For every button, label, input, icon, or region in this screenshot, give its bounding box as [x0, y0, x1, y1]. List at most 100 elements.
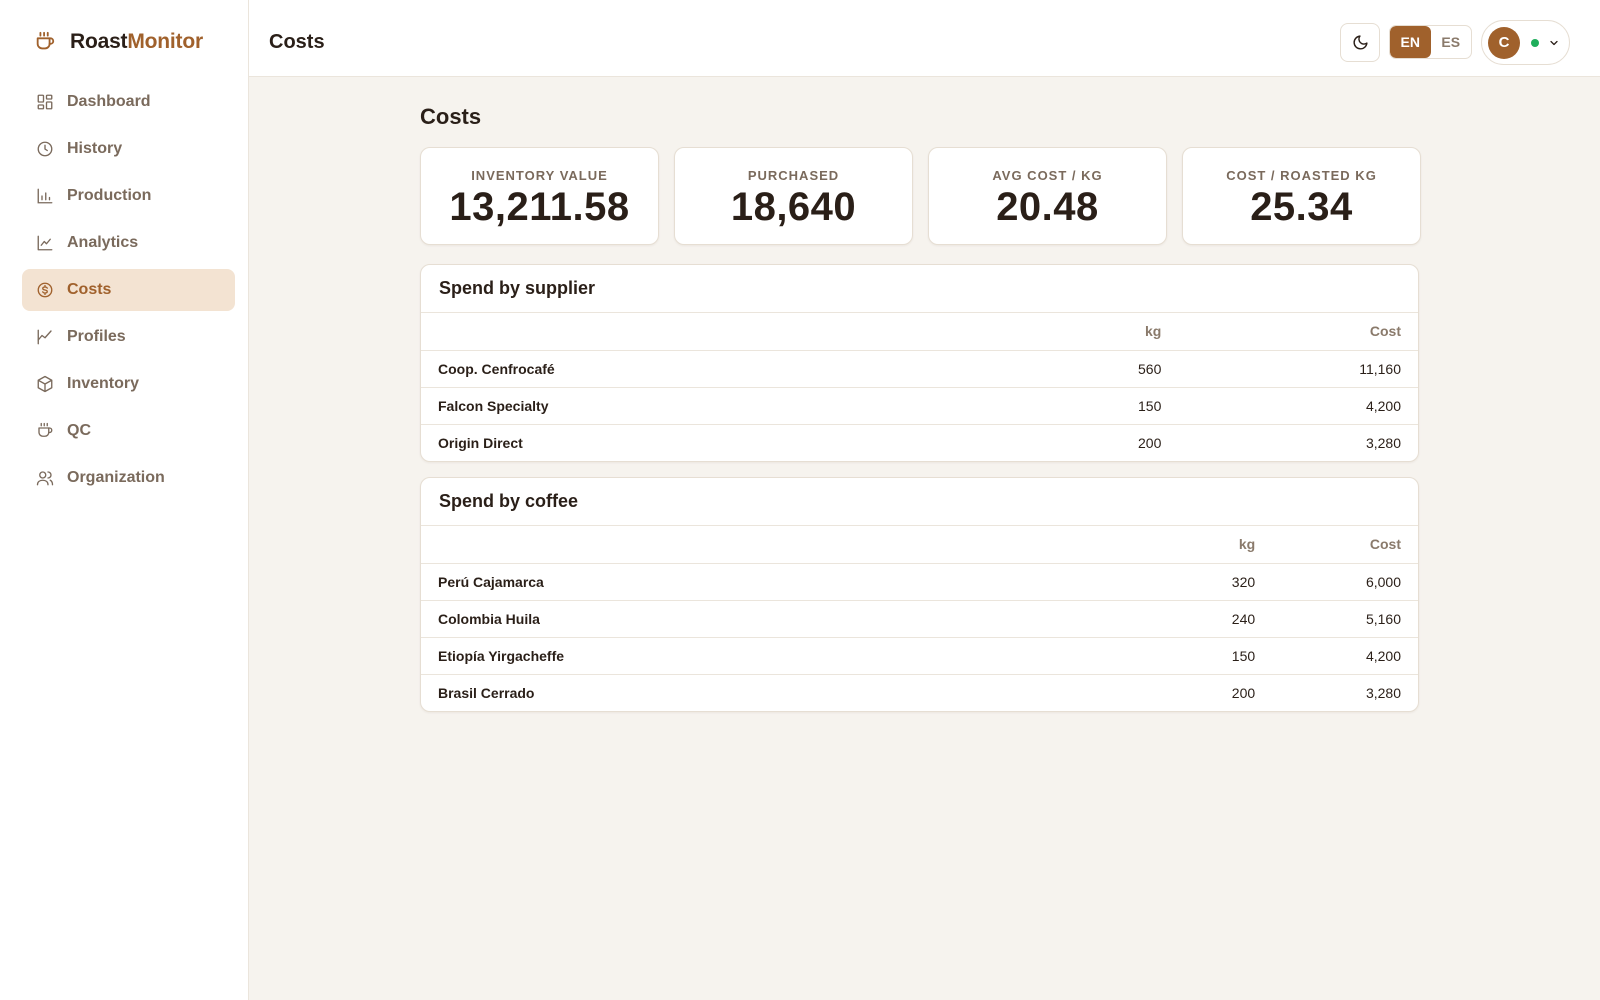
spend-by-coffee-panel: Spend by coffee kg Cost Perú Cajamarca 3… — [420, 477, 1419, 712]
sidebar-item-dashboard[interactable]: Dashboard — [22, 81, 235, 123]
table-row: Origin Direct 200 3,280 — [421, 423, 1418, 461]
coffee-kg: 320 — [1151, 562, 1273, 600]
coffee-cost: 5,160 — [1272, 599, 1418, 637]
table-row: Brasil Cerrado 200 3,280 — [421, 673, 1418, 711]
lang-option-es[interactable]: ES — [1431, 26, 1472, 58]
coffee-cost: 6,000 — [1272, 562, 1418, 600]
sidebar-item-label: Costs — [67, 281, 112, 298]
sidebar-item-label: Dashboard — [67, 93, 151, 110]
dashboard-grid-icon — [36, 93, 54, 111]
column-header-cost: Cost — [1369, 323, 1401, 340]
table-row: Etiopía Yirgacheffe 150 4,200 — [421, 636, 1418, 674]
trend-line-icon — [36, 328, 54, 346]
coffee-name: Colombia Huila — [421, 599, 1151, 637]
stat-card-inventory-value: INVENTORY VALUE 13,211.58 — [420, 147, 659, 245]
stat-label: INVENTORY VALUE — [471, 168, 608, 183]
spend-by-supplier-panel: Spend by supplier kg Cost Coop. Cenfroca… — [420, 264, 1419, 462]
sidebar-item-organization[interactable]: Organization — [22, 457, 235, 499]
sidebar-item-label: Production — [67, 187, 152, 204]
sidebar-item-label: History — [67, 140, 123, 157]
bar-chart-icon — [36, 187, 54, 205]
supplier-kg: 200 — [1121, 423, 1179, 461]
column-header-kg: kg — [1145, 323, 1162, 340]
coffee-cup-logo-icon — [36, 31, 55, 50]
table-row: Colombia Huila 240 5,160 — [421, 599, 1418, 637]
supplier-cost: 4,200 — [1178, 386, 1418, 424]
supplier-name: Origin Direct — [421, 423, 1121, 461]
chevron-down-icon — [1548, 37, 1560, 49]
stat-label: AVG COST / KG — [992, 168, 1103, 183]
coffee-kg: 200 — [1151, 673, 1273, 711]
stat-value: 25.34 — [1250, 185, 1353, 229]
online-status-dot — [1531, 38, 1539, 47]
sidebar-item-label: Inventory — [67, 375, 140, 392]
panel-title: Spend by coffee — [421, 478, 1418, 526]
brand-logo[interactable]: RoastMonitor — [34, 30, 203, 54]
table-row: Coop. Cenfrocafé 560 11,160 — [421, 349, 1418, 387]
language-switcher: EN ES — [1389, 25, 1472, 59]
supplier-kg: 150 — [1121, 386, 1179, 424]
supplier-name: Falcon Specialty — [421, 386, 1121, 424]
sidebar-item-inventory[interactable]: Inventory — [22, 363, 235, 405]
box-icon — [36, 375, 54, 393]
coffee-name: Perú Cajamarca — [421, 562, 1151, 600]
table-header-row: kg Cost — [421, 313, 1418, 350]
supplier-cost: 3,280 — [1178, 423, 1418, 461]
column-header-cost: Cost — [1369, 536, 1401, 553]
sidebar-item-qc[interactable]: QC — [22, 410, 235, 452]
coffee-name: Etiopía Yirgacheffe — [421, 636, 1151, 674]
clock-icon — [36, 140, 54, 158]
sidebar: RoastMonitor Dashboard History Productio… — [0, 0, 249, 1000]
app-name: RoastMonitor — [70, 30, 203, 54]
stat-label: PURCHASED — [747, 168, 840, 183]
table-header-row: kg Cost — [421, 526, 1418, 563]
sidebar-nav: Dashboard History Production Analytics C… — [22, 81, 235, 504]
panel-title: Spend by supplier — [421, 265, 1418, 313]
stat-value: 20.48 — [996, 185, 1099, 229]
page-title: Costs — [420, 104, 482, 129]
coffee-cost: 3,280 — [1272, 673, 1418, 711]
supplier-table: kg Cost Coop. Cenfrocafé 560 11,160 Falc… — [421, 313, 1418, 461]
sidebar-item-label: Profiles — [67, 328, 126, 345]
dollar-circle-icon — [36, 281, 54, 299]
supplier-cost: 11,160 — [1178, 349, 1418, 387]
header-title: Costs — [269, 31, 325, 53]
stat-value: 13,211.58 — [449, 185, 630, 229]
users-icon — [36, 469, 54, 487]
sidebar-item-label: Organization — [67, 469, 165, 486]
stats-row: INVENTORY VALUE 13,211.58 PURCHASED 18,6… — [420, 147, 1421, 245]
theme-toggle-button[interactable] — [1340, 23, 1380, 62]
user-menu-button[interactable]: C — [1481, 20, 1570, 65]
top-header: Costs EN ES C — [249, 0, 1600, 77]
stat-card-cost-roasted-kg: COST / ROASTED KG 25.34 — [1182, 147, 1421, 245]
moon-icon — [1353, 35, 1368, 50]
sidebar-item-profiles[interactable]: Profiles — [22, 316, 235, 358]
stat-label: COST / ROASTED KG — [1226, 168, 1377, 183]
column-header-kg: kg — [1238, 536, 1256, 553]
column-header-name — [421, 313, 1121, 350]
app-name-part2: Monitor — [127, 30, 203, 53]
coffee-kg: 150 — [1151, 636, 1273, 674]
sidebar-item-label: QC — [67, 422, 91, 439]
stat-value: 18,640 — [730, 185, 857, 229]
line-chart-icon — [36, 234, 54, 252]
stat-card-avg-cost-kg: AVG COST / KG 20.48 — [928, 147, 1167, 245]
table-row: Perú Cajamarca 320 6,000 — [421, 562, 1418, 600]
sidebar-item-label: Analytics — [67, 234, 139, 251]
coffee-name: Brasil Cerrado — [421, 673, 1151, 711]
sidebar-item-costs[interactable]: Costs — [22, 269, 235, 311]
supplier-name: Coop. Cenfrocafé — [421, 349, 1121, 387]
stat-card-purchased: PURCHASED 18,640 — [674, 147, 913, 245]
coffee-cost: 4,200 — [1272, 636, 1418, 674]
coffee-cup-icon — [36, 422, 54, 440]
sidebar-item-production[interactable]: Production — [22, 175, 235, 217]
app-name-part1: Roast — [70, 30, 128, 53]
sidebar-item-history[interactable]: History — [22, 128, 235, 170]
coffee-kg: 240 — [1151, 599, 1273, 637]
column-header-name — [421, 526, 1151, 563]
table-row: Falcon Specialty 150 4,200 — [421, 386, 1418, 424]
supplier-kg: 560 — [1121, 349, 1179, 387]
avatar: C — [1488, 26, 1520, 59]
sidebar-item-analytics[interactable]: Analytics — [22, 222, 235, 264]
lang-option-en[interactable]: EN — [1390, 26, 1431, 58]
